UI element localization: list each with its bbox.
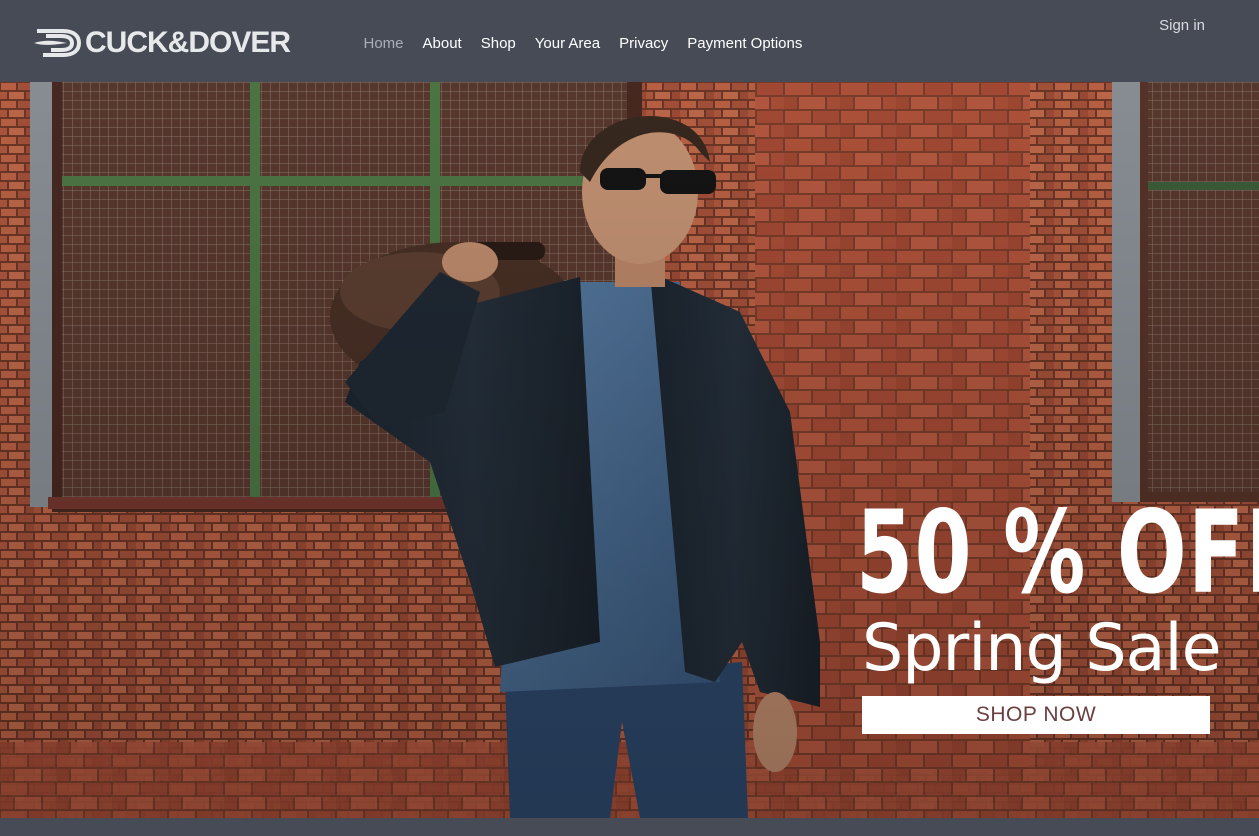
nav-your-area[interactable]: Your Area	[525, 32, 609, 56]
brand-logo-icon	[34, 29, 81, 57]
nav-shop[interactable]: Shop	[471, 32, 525, 56]
nav-about[interactable]: About	[413, 32, 471, 56]
promo-subheadline: Spring Sale	[862, 611, 1222, 686]
nav-privacy[interactable]: Privacy	[610, 32, 678, 56]
footer-strip	[0, 818, 1259, 836]
nav-payment-options[interactable]: Payment Options	[678, 32, 812, 56]
sign-in-link[interactable]: Sign in	[1159, 15, 1205, 37]
main-nav: Home About Shop Your Area Privacy Paymen…	[354, 32, 812, 56]
promo-headline: 50 % OFF	[856, 486, 1259, 619]
shop-now-button[interactable]: SHOP NOW	[862, 696, 1210, 734]
brand-logo-link[interactable]: CUCK&DOVER	[33, 26, 291, 60]
hero-banner: 50 % OFF Spring Sale SHOP NOW	[0, 82, 1259, 818]
site-header: CUCK&DOVER Home About Shop Your Area Pri…	[0, 0, 1259, 82]
nav-home[interactable]: Home	[354, 32, 413, 56]
brand-name: CUCK&DOVER	[85, 26, 291, 59]
